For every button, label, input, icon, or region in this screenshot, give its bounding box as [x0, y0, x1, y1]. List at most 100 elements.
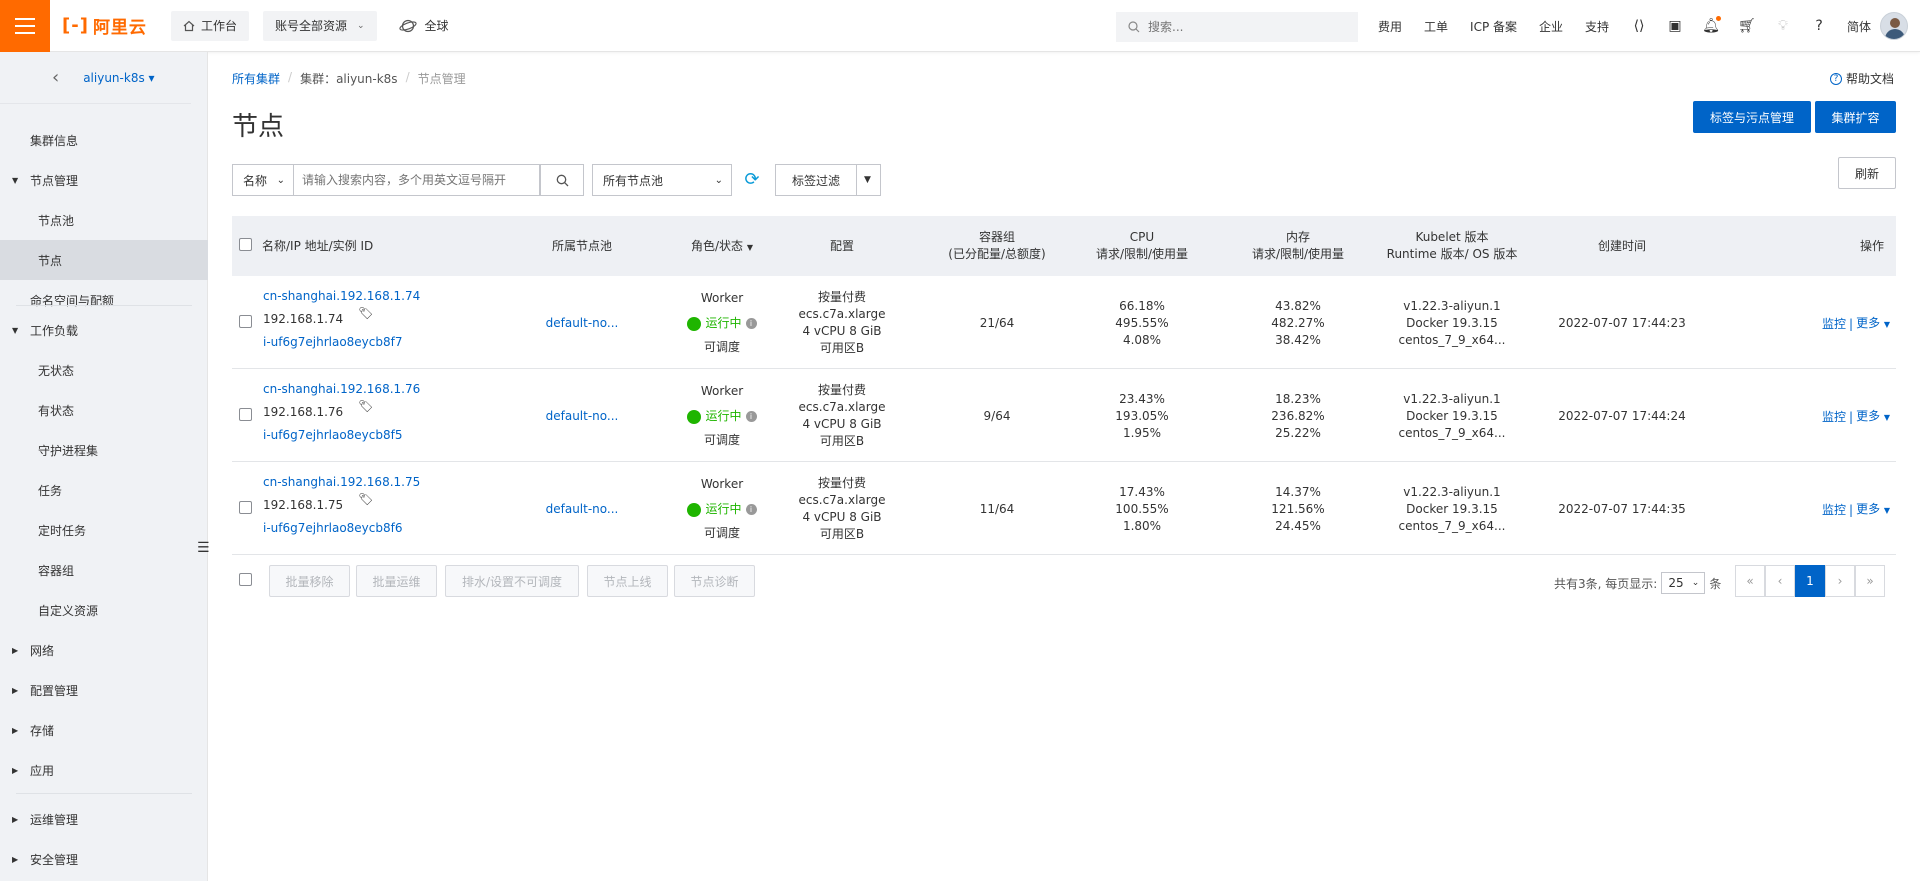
pods-count: 21/64: [979, 316, 1015, 330]
user-avatar[interactable]: [1880, 12, 1908, 40]
scale-out-button[interactable]: 集群扩容: [1815, 101, 1896, 133]
breadcrumb-cluster[interactable]: 集群：aliyun-k8s: [300, 70, 398, 87]
global-search-input[interactable]: [1148, 20, 1338, 34]
kubelet-version: v1.22.3-aliyun.1: [1403, 392, 1501, 406]
sidebar-group-node-management[interactable]: ▼ 节点管理: [0, 160, 208, 200]
sidebar-group-ops[interactable]: ▶ 运维管理: [0, 799, 208, 839]
select-all-checkbox[interactable]: [239, 238, 252, 251]
more-dropdown[interactable]: 更多 ▼: [1856, 408, 1890, 426]
monitor-link[interactable]: 监控: [1822, 502, 1846, 519]
terminal-icon[interactable]: ▣: [1667, 18, 1683, 34]
drain-button[interactable]: 排水/设置不可调度: [445, 565, 579, 597]
sidebar-item-nodes[interactable]: 节点: [0, 240, 208, 280]
sidebar-item-cronjobs[interactable]: 定时任务: [0, 510, 208, 550]
info-icon[interactable]: i: [745, 504, 757, 515]
sidebar-item-deployments[interactable]: 无状态: [0, 350, 208, 390]
batch-remove-button[interactable]: 批量移除: [269, 565, 350, 597]
node-search[interactable]: [294, 164, 540, 196]
top-link-icp[interactable]: ICP 备案: [1470, 18, 1517, 35]
sidebar-item-cluster-info[interactable]: 集群信息: [0, 120, 208, 160]
bell-icon[interactable]: 🔔︎: [1702, 16, 1722, 34]
help-doc-link[interactable]: ? 帮助文档: [1829, 70, 1894, 87]
sidebar-item-custom-resources[interactable]: 自定义资源: [0, 590, 208, 630]
sync-icon[interactable]: ⟳: [742, 170, 762, 190]
top-link-support[interactable]: 支持: [1585, 18, 1609, 35]
instance-id-link[interactable]: i-uf6g7ejhrlao8eycb8f6: [263, 520, 403, 537]
cluster-switcher[interactable]: aliyun-k8s ▾: [83, 71, 154, 85]
row-checkbox[interactable]: [239, 501, 252, 514]
global-search[interactable]: [1116, 12, 1358, 42]
refresh-button[interactable]: 刷新: [1838, 157, 1896, 189]
breadcrumb-all-clusters[interactable]: 所有集群: [232, 70, 280, 87]
node-pool-link[interactable]: default-no...: [532, 408, 632, 425]
tag-filter-dropdown[interactable]: ▼: [856, 164, 881, 196]
page-last-button[interactable]: »: [1855, 565, 1885, 597]
sidebar-item-label: 应用: [30, 763, 55, 778]
aliyun-logo[interactable]: [-] 阿里云: [62, 13, 147, 38]
tag-icon[interactable]: 🏷︎: [358, 399, 373, 413]
label-taint-button[interactable]: 标签与污点管理: [1693, 101, 1811, 133]
col-role-status[interactable]: 角色/状态 ▼: [672, 238, 772, 256]
page-1-button[interactable]: 1: [1795, 565, 1825, 597]
sidebar-group-network[interactable]: ▶ 网络: [0, 630, 208, 670]
node-name-link[interactable]: cn-shanghai.192.168.1.74: [263, 288, 420, 305]
top-link-fees[interactable]: 费用: [1378, 18, 1402, 35]
info-icon[interactable]: i: [745, 318, 757, 329]
node-name-link[interactable]: cn-shanghai.192.168.1.76: [263, 381, 420, 398]
sidebar-item-node-pool[interactable]: 节点池: [0, 200, 208, 240]
sidebar-group-workloads[interactable]: ▼ 工作负载: [0, 310, 208, 350]
tag-filter-button[interactable]: 标签过滤: [775, 164, 857, 196]
node-pool-select[interactable]: 所有节点池 ⌄: [592, 164, 732, 196]
language-switch[interactable]: 简体: [1847, 18, 1871, 35]
cart-icon[interactable]: 🛒︎: [1738, 18, 1756, 34]
tag-icon[interactable]: 🏷︎: [358, 306, 373, 320]
help-icon[interactable]: ?: [1811, 18, 1827, 34]
sidebar-item-daemonsets[interactable]: 守护进程集: [0, 430, 208, 470]
node-status: 运行中 i: [672, 501, 772, 518]
sidebar-item-jobs[interactable]: 任务: [0, 470, 208, 510]
node-online-button[interactable]: 节点上线: [587, 565, 668, 597]
region-selector[interactable]: 全球: [398, 17, 449, 34]
sidebar-group-security[interactable]: ▶ 安全管理: [0, 839, 208, 879]
instance-id-link[interactable]: i-uf6g7ejhrlao8eycb8f5: [263, 427, 403, 444]
top-link-tickets[interactable]: 工单: [1424, 18, 1448, 35]
search-icon: [1128, 21, 1140, 33]
page-next-button[interactable]: ›: [1825, 565, 1855, 597]
page-prev-button[interactable]: ‹: [1765, 565, 1795, 597]
search-field-select[interactable]: 名称 ⌄: [232, 164, 294, 196]
row-checkbox[interactable]: [239, 315, 252, 328]
node-pool-link[interactable]: default-no...: [532, 315, 632, 332]
lightbulb-icon[interactable]: 💡︎: [1775, 18, 1791, 34]
more-dropdown[interactable]: 更多 ▼: [1856, 501, 1890, 519]
monitor-link[interactable]: 监控: [1822, 409, 1846, 426]
info-icon[interactable]: i: [745, 411, 757, 422]
sidebar-group-config[interactable]: ▶ 配置管理: [0, 670, 208, 710]
tag-icon[interactable]: 🏷︎: [358, 492, 373, 506]
more-dropdown[interactable]: 更多 ▼: [1856, 315, 1890, 333]
cpu-used: 4.08%: [1122, 333, 1162, 347]
code-icon[interactable]: ⟨⟩: [1631, 18, 1647, 34]
sidebar-group-storage[interactable]: ▶ 存储: [0, 710, 208, 750]
sidebar-item-statefulsets[interactable]: 有状态: [0, 390, 208, 430]
node-name-link[interactable]: cn-shanghai.192.168.1.75: [263, 474, 420, 491]
instance-id-link[interactable]: i-uf6g7ejhrlao8eycb8f7: [263, 334, 403, 351]
top-link-enterprise[interactable]: 企业: [1539, 18, 1563, 35]
hamburger-menu-button[interactable]: [0, 0, 50, 52]
node-diagnose-button[interactable]: 节点诊断: [674, 565, 755, 597]
sidebar-divider: [16, 305, 192, 306]
sidebar-item-pods[interactable]: 容器组: [0, 550, 208, 590]
footer-select-all-checkbox[interactable]: [239, 573, 252, 586]
node-search-input[interactable]: [294, 173, 539, 187]
workbench-button[interactable]: 工作台: [170, 10, 249, 41]
row-checkbox[interactable]: [239, 408, 252, 421]
monitor-link[interactable]: 监控: [1822, 316, 1846, 333]
page-size-select[interactable]: 25 ⌄: [1661, 572, 1706, 594]
cpu-used: 1.80%: [1122, 519, 1162, 533]
batch-ops-button[interactable]: 批量运维: [356, 565, 437, 597]
sidebar-group-apps[interactable]: ▶ 应用: [0, 750, 208, 790]
account-resources-dropdown[interactable]: 账号全部资源 ⌄: [262, 10, 377, 41]
node-pool-link[interactable]: default-no...: [532, 501, 632, 518]
page-first-button[interactable]: «: [1735, 565, 1765, 597]
back-arrow-icon[interactable]: ‹: [52, 67, 59, 88]
node-search-button[interactable]: [540, 164, 584, 196]
